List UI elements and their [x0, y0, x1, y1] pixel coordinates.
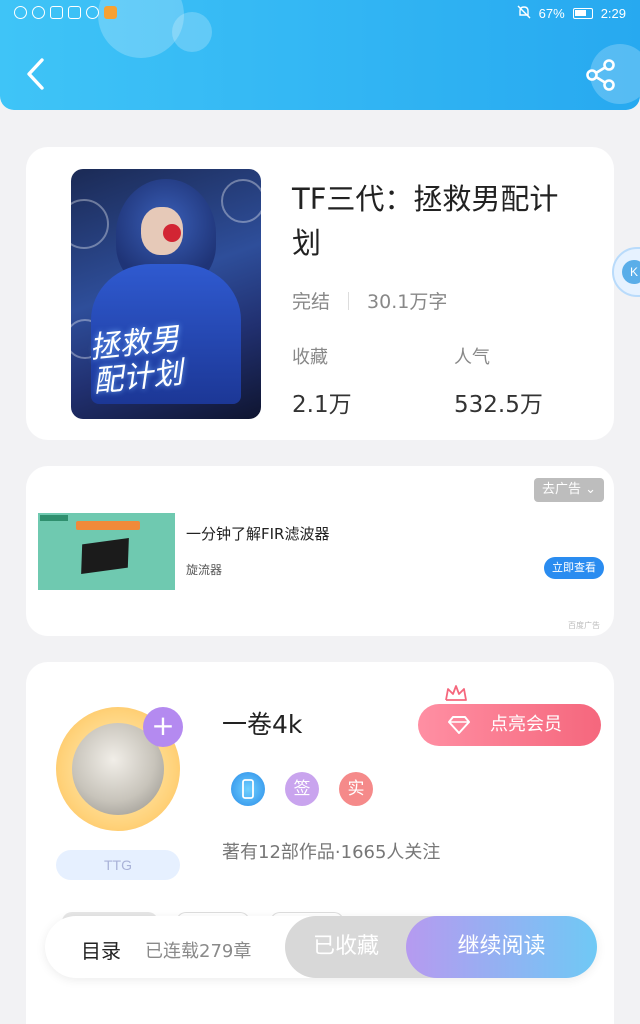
- ad-source: 旋流器: [186, 563, 223, 577]
- word-count: 30.1万字: [367, 291, 448, 313]
- toc-button[interactable]: 目录: [81, 935, 121, 964]
- app-icon: [32, 6, 45, 19]
- wifi-icon: [14, 6, 27, 19]
- floating-icon: K: [622, 260, 640, 284]
- ad-card[interactable]: 去广告 ⌄ 一分钟了解FIR滤波器 旋流器 立即查看 百度广告: [26, 466, 614, 636]
- cover-art: [163, 224, 181, 242]
- book-meta: 完结 30.1万字: [292, 287, 447, 314]
- battery-icon: [572, 8, 593, 19]
- battery-percent: 67%: [538, 6, 565, 21]
- follow-plus-button[interactable]: +: [143, 707, 183, 747]
- divider: [348, 291, 350, 310]
- crown-icon: [445, 685, 467, 701]
- ad-title[interactable]: 一分钟了解FIR滤波器: [186, 523, 329, 544]
- vip-label: 点亮会员: [490, 714, 562, 735]
- search-app-icon: [68, 6, 81, 19]
- signed-badge[interactable]: 签: [285, 772, 319, 806]
- chevron-left-icon: [27, 58, 44, 90]
- continue-reading-button[interactable]: 继续阅读: [406, 916, 597, 978]
- book-status: 完结: [292, 291, 331, 313]
- favorites-label: 收藏: [292, 347, 328, 368]
- verified-badge[interactable]: 实: [339, 772, 373, 806]
- chapter-count[interactable]: 已连载279章: [145, 937, 251, 963]
- author-name[interactable]: 一卷4k: [222, 705, 302, 741]
- mute-icon: [517, 5, 531, 22]
- chip-image: [81, 537, 129, 575]
- diamond-icon: [448, 716, 470, 734]
- favorites-stat: 收藏 2.1万: [292, 343, 352, 419]
- ad-thumbnail[interactable]: [38, 513, 175, 590]
- popularity-value: 532.5万: [454, 392, 543, 418]
- favorites-value: 2.1万: [292, 392, 352, 418]
- status-bar: 67% 2:29: [0, 0, 640, 28]
- status-right: 67% 2:29: [517, 5, 626, 22]
- vip-button[interactable]: 点亮会员: [418, 704, 601, 746]
- decor: [40, 515, 68, 521]
- share-button[interactable]: [584, 58, 618, 92]
- author-tag: TTG: [56, 850, 180, 880]
- qq-icon: [86, 6, 99, 19]
- book-cover-image[interactable]: 拯救男 配计划: [71, 169, 261, 419]
- book-title: TF三代：拯救男配计划: [292, 182, 559, 260]
- phone-badge-icon[interactable]: [231, 772, 265, 806]
- ad-cta-button[interactable]: 立即查看: [544, 557, 604, 579]
- decor: [71, 199, 109, 249]
- floating-side-button[interactable]: K: [612, 247, 640, 297]
- ad-mark: 百度广告: [568, 621, 600, 630]
- remove-ad-label: 去广告: [541, 482, 581, 497]
- clock: 2:29: [600, 6, 626, 21]
- author-badges: 签 实: [231, 772, 373, 806]
- popularity-label: 人气: [454, 347, 490, 368]
- author-stats: 著有12部作品·1665人关注: [222, 842, 441, 863]
- bottom-action-bar: 目录 已连载279章 已收藏 继续阅读: [45, 916, 597, 978]
- chevron-down-icon: ⌄: [585, 482, 596, 497]
- popularity-stat: 人气 532.5万: [454, 343, 543, 419]
- app-icon: [50, 6, 63, 19]
- status-icons: [14, 6, 117, 19]
- book-info-card: 拯救男 配计划 TF三代：拯救男配计划 完结 30.1万字 收藏 2.1万 人气 …: [26, 147, 614, 440]
- video-app-icon: [104, 6, 117, 19]
- share-icon: [586, 59, 615, 91]
- decor: [76, 521, 140, 530]
- decor: [221, 179, 261, 223]
- remove-ad-button[interactable]: 去广告 ⌄: [533, 478, 604, 502]
- header: 67% 2:29: [0, 0, 640, 110]
- back-button[interactable]: [18, 56, 54, 92]
